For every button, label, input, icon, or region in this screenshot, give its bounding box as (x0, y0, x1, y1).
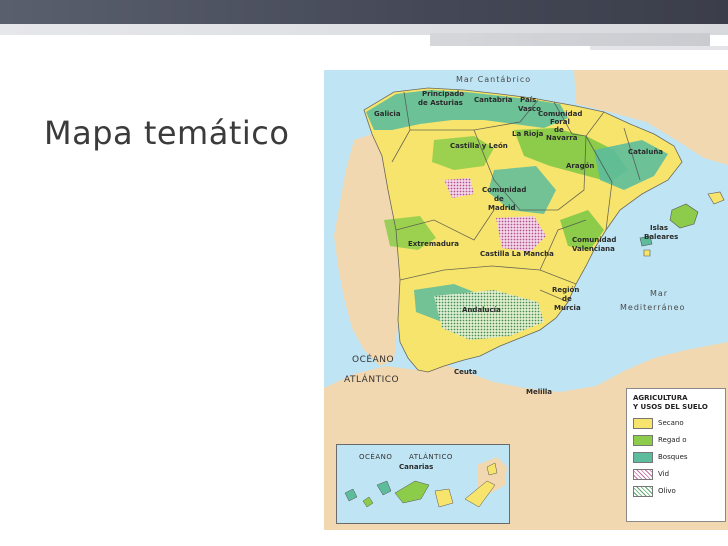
region-label-madrid-3: Madrid (488, 204, 516, 212)
region-label-navarra-1: Comunidad (538, 110, 583, 118)
region-label-madrid-1: Comunidad (482, 186, 527, 194)
legend-label-olivo: Olivo (658, 487, 676, 495)
legend-swatch-secano (633, 417, 653, 429)
region-label-galicia: Galicia (374, 110, 401, 118)
region-label-la-rioja: La Rioja (512, 130, 544, 138)
header-accent (430, 33, 710, 46)
inset-ocean-label: OCÉANO (359, 453, 393, 461)
legend-item-regadio: Regad o (633, 434, 719, 446)
region-label-cataluna: Cataluña (628, 148, 664, 156)
legend-swatch-olivo (633, 485, 653, 497)
header-accent-line (590, 46, 728, 50)
region-label-asturias-1: Principado (422, 90, 465, 98)
header-bar (0, 0, 728, 24)
region-label-melilla: Melilla (526, 388, 553, 396)
canarias-inset: OCÉANO ATLÁNTICO Canarias (336, 444, 510, 524)
ocean-label-2: ATLÁNTICO (344, 375, 400, 385)
legend-swatch-vid (633, 468, 653, 480)
ocean-label-1: OCÉANO (352, 355, 395, 365)
region-label-cantabria: Cantabria (474, 96, 513, 104)
region-label-baleares-2: Baleares (644, 233, 679, 241)
region-label-murcia-3: Murcia (554, 304, 581, 312)
legend-label-secano: Secano (658, 419, 684, 427)
region-label-asturias-2: de Asturias (418, 99, 463, 107)
region-label-murcia-1: Región (552, 286, 580, 294)
sea-label-mediterraneo-2: Mediterráneo (620, 303, 686, 312)
slide-title: Mapa temático (44, 114, 290, 152)
region-label-extremadura: Extremadura (408, 240, 460, 248)
legend-swatch-regadio (633, 434, 653, 446)
region-label-aragon: Aragón (566, 162, 595, 170)
region-label-murcia-2: de (562, 295, 572, 303)
inset-canarias-label: Canarias (399, 463, 434, 471)
legend-label-regadio: Regad o (658, 436, 687, 444)
legend-item-olivo: Olivo (633, 485, 719, 497)
legend-title-2: Y USOS DEL SUELO (633, 403, 708, 411)
region-label-navarra-4: Navarra (546, 134, 578, 142)
legend-item-secano: Secano (633, 417, 719, 429)
legend-item-vid: Vid (633, 468, 719, 480)
region-label-andalucia: Andalucía (462, 306, 501, 314)
region-label-valencia-2: Valenciana (572, 245, 615, 253)
legend-swatch-bosques (633, 451, 653, 463)
region-label-pais-vasco-1: País (520, 96, 537, 104)
sea-label-cantabrico: Mar Cantábrico (456, 75, 532, 84)
region-label-ceuta: Ceuta (454, 368, 477, 376)
legend-label-bosques: Bosques (658, 453, 688, 461)
region-label-castilla-mancha: Castilla La Mancha (480, 250, 554, 258)
legend-title-1: AGRICULTURA (633, 394, 688, 402)
region-label-baleares-1: Islas (650, 224, 669, 232)
map-legend: AGRICULTURA Y USOS DEL SUELO Secano Rega… (626, 388, 726, 522)
sea-label-mediterraneo-1: Mar (650, 289, 669, 298)
legend-item-bosques: Bosques (633, 451, 719, 463)
inset-atlantic-label: ATLÁNTICO (409, 453, 453, 461)
region-label-navarra-3: de (554, 126, 564, 134)
region-label-madrid-2: de (494, 195, 504, 203)
region-label-castilla-leon: Castilla y León (450, 142, 508, 150)
legend-label-vid: Vid (658, 470, 670, 478)
region-label-navarra-2: Foral (550, 118, 570, 126)
region-label-valencia-1: Comunidad (572, 236, 617, 244)
